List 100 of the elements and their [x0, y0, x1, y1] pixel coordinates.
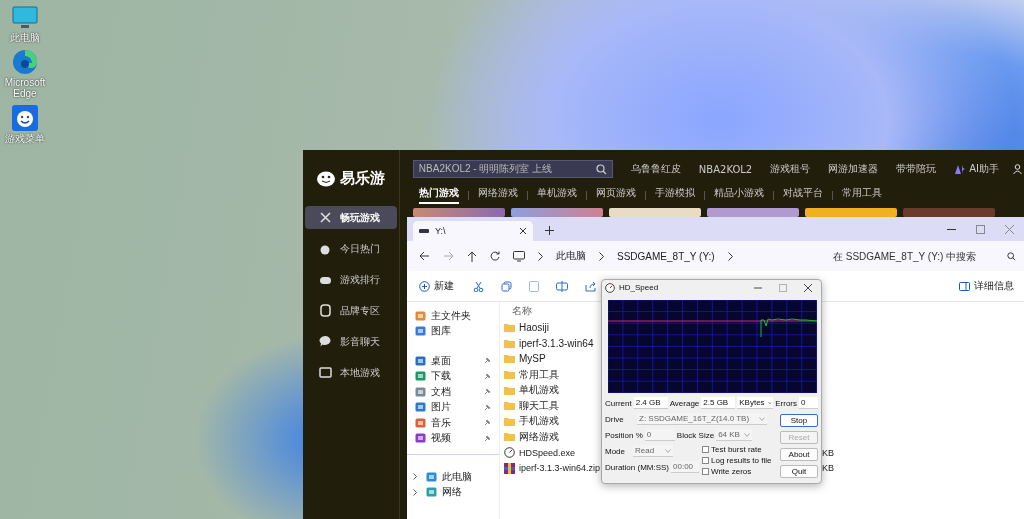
file-name[interactable]: 网络游戏 — [519, 429, 559, 444]
sidebar-item[interactable]: 本地游戏 — [304, 361, 397, 384]
checkbox-label[interactable]: Test burst rate — [711, 445, 762, 454]
sidebar-item[interactable]: 品牌专区 — [304, 299, 397, 322]
category-tab[interactable]: 单机游戏 — [536, 186, 577, 204]
folder-tab[interactable]: Y:\ — [413, 221, 533, 241]
dialog-button[interactable]: About — [780, 448, 818, 461]
chevron-right-icon[interactable] — [599, 251, 604, 261]
game-thumbnail-placeholder[interactable] — [804, 208, 897, 217]
maximize-icon[interactable] — [976, 224, 985, 234]
sidebar-item[interactable]: 畅玩游戏 — [304, 206, 397, 229]
breadcrumb-item[interactable]: 此电脑 — [556, 249, 586, 263]
file-name[interactable]: 常用工具 — [519, 367, 559, 382]
top-link[interactable]: NBA2KOL2 — [698, 163, 753, 175]
forward-arrow-icon[interactable] — [443, 251, 454, 261]
new-button[interactable]: 新建 — [417, 277, 456, 295]
search-icon[interactable] — [595, 163, 607, 175]
mascot-icon[interactable] — [12, 105, 38, 131]
pin-icon[interactable] — [484, 434, 491, 442]
nav-item[interactable]: 视频 — [415, 430, 499, 446]
search-icon[interactable] — [1007, 251, 1016, 261]
user-icon[interactable] — [1013, 164, 1022, 174]
game-thumbnail-placeholder[interactable] — [510, 208, 603, 217]
file-name[interactable]: MySP — [519, 353, 546, 365]
nav-item[interactable]: 文档 — [415, 384, 499, 400]
rename-icon[interactable] — [556, 280, 568, 292]
search-field[interactable]: 在 SSDGAME_8T_Y (Y:) 中搜索 — [831, 247, 1024, 265]
game-thumbnail-placeholder[interactable] — [412, 208, 505, 217]
category-tab[interactable]: 常用工具 — [841, 186, 882, 204]
game-thumbnail-placeholder[interactable] — [902, 208, 995, 217]
clipboard-icon[interactable] — [529, 280, 539, 292]
game-thumbnail-placeholder[interactable] — [608, 208, 701, 217]
category-tab[interactable]: 对战平台 — [782, 186, 823, 204]
file-name[interactable]: Haosiji — [519, 322, 549, 334]
pin-icon[interactable] — [484, 357, 491, 365]
file-name[interactable]: iperf-3.1.3-win64 — [519, 337, 594, 349]
assistant-link[interactable]: AI助手 — [969, 162, 999, 176]
sidebar-item[interactable]: 今日热门 — [304, 237, 397, 260]
refresh-icon[interactable] — [490, 251, 500, 261]
file-name[interactable]: 单机游戏 — [519, 383, 559, 398]
unit-dropdown[interactable]: KBytes — [737, 397, 774, 409]
top-link[interactable]: 乌鲁鲁红皮 — [630, 162, 681, 176]
top-link[interactable]: 游戏租号 — [770, 162, 811, 176]
category-tab[interactable]: 网络游戏 — [477, 186, 518, 204]
category-tab[interactable]: 热门游戏 — [418, 186, 459, 204]
column-header[interactable]: 名称 — [512, 304, 532, 320]
search-field[interactable]: NBA2KOL2 - 明明陈列室 上线 — [412, 160, 613, 178]
chevron-down-icon[interactable] — [767, 400, 772, 405]
nav-item[interactable]: 图片 — [415, 399, 499, 415]
field-label: Position % — [605, 430, 643, 440]
top-link[interactable]: 网游加速器 — [828, 162, 879, 176]
top-link[interactable]: 带带陪玩 — [896, 162, 937, 176]
nav-item[interactable]: 网络 — [415, 484, 499, 500]
pin-icon[interactable] — [484, 372, 491, 380]
brand-name: 易乐游 — [340, 168, 386, 188]
nav-item[interactable]: 下载 — [415, 368, 499, 384]
category-tab[interactable]: 精品小游戏 — [713, 186, 764, 204]
nav-item[interactable]: 此电脑 — [415, 469, 499, 485]
category-tab[interactable]: 手游模拟 — [654, 186, 695, 204]
chevron-right-icon[interactable] — [727, 251, 733, 261]
nav-item[interactable]: 图库 — [415, 323, 499, 339]
close-icon[interactable] — [804, 283, 812, 292]
up-arrow-icon[interactable] — [467, 250, 477, 262]
breadcrumb-item[interactable]: SSDGAME_8T_Y (Y:) — [617, 250, 715, 262]
field-label: Average — [669, 398, 700, 408]
file-name[interactable]: HDSpeed.exe — [519, 447, 576, 458]
file-name[interactable]: iperf-3.1.3-win64.zip — [519, 463, 601, 474]
checkbox[interactable] — [702, 446, 709, 453]
close-icon[interactable] — [519, 227, 527, 235]
sidebar-item[interactable]: 影音聊天 — [304, 330, 397, 353]
details-button[interactable]: 详细信息 — [957, 277, 1016, 295]
pin-icon[interactable] — [484, 403, 491, 411]
scissors-icon[interactable] — [473, 280, 484, 292]
dialog-button[interactable]: Stop — [780, 414, 818, 427]
checkbox-label[interactable]: Log results to file — [711, 456, 772, 465]
share-icon[interactable] — [585, 280, 597, 292]
checkbox[interactable] — [702, 457, 709, 464]
archive-icon — [504, 462, 515, 474]
nav-item[interactable]: 主文件夹 — [415, 308, 499, 324]
plus-icon[interactable] — [545, 226, 554, 235]
panel-icon — [959, 281, 970, 291]
pin-icon[interactable] — [484, 419, 491, 427]
chevron-right-icon[interactable] — [538, 251, 543, 261]
copy-icon[interactable] — [501, 280, 512, 292]
nav-item[interactable]: 桌面 — [415, 353, 499, 369]
checkbox[interactable] — [702, 468, 709, 475]
category-tab[interactable]: 网页游戏 — [595, 186, 636, 204]
maximize-icon[interactable] — [779, 283, 787, 292]
dialog-button[interactable]: Quit — [780, 465, 818, 478]
pin-icon[interactable] — [484, 388, 491, 396]
checkbox-label[interactable]: Write zeros — [711, 467, 752, 476]
back-arrow-icon[interactable] — [419, 251, 430, 261]
file-name[interactable]: 手机游戏 — [519, 414, 559, 429]
drive-icon — [419, 229, 429, 233]
file-name[interactable]: 聊天工具 — [519, 398, 559, 413]
game-thumbnail-placeholder[interactable] — [706, 208, 799, 217]
nav-item[interactable]: 音乐 — [415, 415, 499, 431]
field-label: Mode — [605, 446, 626, 456]
swirl-logo-icon[interactable] — [12, 49, 38, 75]
sidebar-item[interactable]: 游戏排行 — [304, 268, 397, 291]
